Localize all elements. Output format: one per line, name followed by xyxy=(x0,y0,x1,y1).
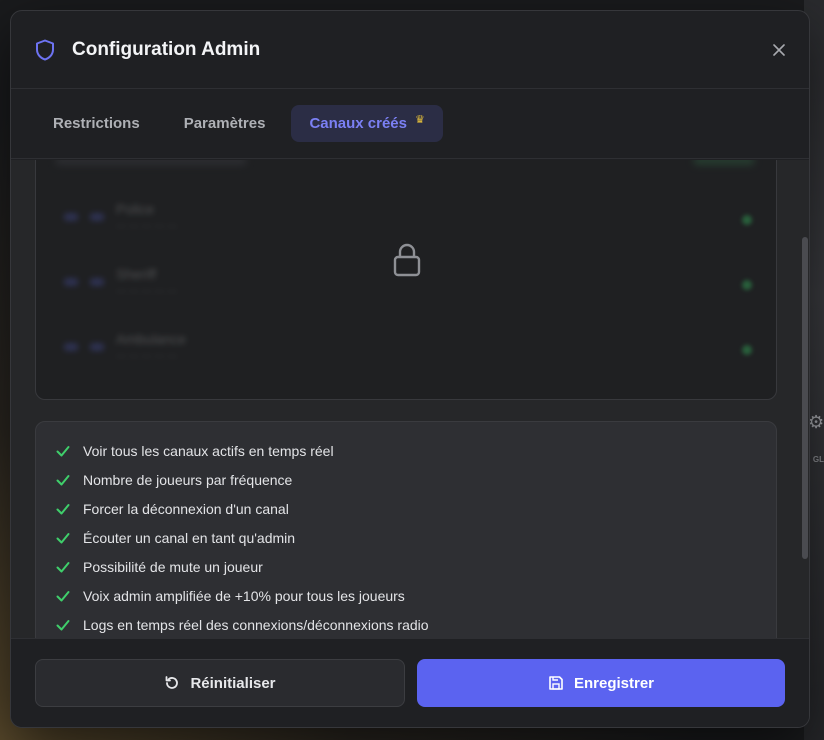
feature-text: Écouter un canal en tant qu'admin xyxy=(83,529,296,546)
blurred-channel-name: Police xyxy=(116,201,155,217)
save-icon xyxy=(548,675,564,691)
feature-item: Logs en temps réel des connexions/déconn… xyxy=(56,610,756,639)
check-icon xyxy=(56,590,70,601)
background-gear-icon: ⚙ xyxy=(808,412,824,432)
feature-item: Voir tous les canaux actifs en temps rée… xyxy=(56,436,756,465)
close-button[interactable] xyxy=(765,36,793,64)
modal-footer: Réinitialiser Enregistrer xyxy=(11,638,809,727)
feature-item: Forcer la déconnexion d'un canal xyxy=(56,494,756,523)
blurred-channel-row: Sheriff — — — — — xyxy=(64,266,177,297)
blurred-status-dot xyxy=(742,345,752,355)
crown-icon: ♛ xyxy=(415,114,425,126)
locked-channels-preview: Police — — — — — Sheriff — — — — — Ambulan… xyxy=(35,160,777,400)
lock-icon xyxy=(392,243,422,277)
blurred-header xyxy=(56,160,246,165)
modal-title: Configuration Admin xyxy=(72,38,261,60)
check-icon xyxy=(56,503,70,514)
check-icon xyxy=(56,445,70,456)
tab-canaux-crees[interactable]: Canaux créés ♛ xyxy=(291,105,443,142)
check-icon xyxy=(56,474,70,485)
shield-icon xyxy=(35,39,57,61)
feature-text: Nombre de joueurs par fréquence xyxy=(83,471,293,488)
reset-label: Réinitialiser xyxy=(190,674,276,692)
tab-label: Restrictions xyxy=(53,115,140,132)
feature-text: Possibilité de mute un joueur xyxy=(83,558,263,575)
blurred-channel-row: Ambulance — — — — — xyxy=(64,331,186,362)
tab-bar: Restrictions Paramètres Canaux créés ♛ xyxy=(11,89,809,159)
check-icon xyxy=(56,619,70,630)
blurred-channel-row: Police — — — — — xyxy=(64,201,177,232)
tab-label: Paramètres xyxy=(183,115,266,132)
feature-item: Voix admin amplifiée de +10% pour tous l… xyxy=(56,581,756,610)
close-icon xyxy=(773,43,785,56)
feature-item: Écouter un canal en tant qu'admin xyxy=(56,523,756,552)
save-label: Enregistrer xyxy=(573,674,655,692)
check-icon xyxy=(56,532,70,543)
tab-parametres[interactable]: Paramètres xyxy=(166,105,284,142)
blurred-status-dot xyxy=(742,215,752,225)
feature-text: Voix admin amplifiée de +10% pour tous l… xyxy=(83,587,405,604)
save-button[interactable]: Enregistrer xyxy=(417,659,785,707)
blurred-channel-name: Ambulance xyxy=(116,331,187,347)
check-icon xyxy=(56,561,70,572)
reset-button[interactable]: Réinitialiser xyxy=(35,659,405,707)
feature-list: Voir tous les canaux actifs en temps rée… xyxy=(35,421,777,640)
admin-config-modal: Configuration Admin Restrictions Paramèt… xyxy=(10,10,810,728)
feature-item: Nombre de joueurs par fréquence xyxy=(56,465,756,494)
feature-text: Logs en temps réel des connexions/déconn… xyxy=(83,616,429,633)
blurred-header-badge xyxy=(694,160,754,165)
blurred-channel-name: Sheriff xyxy=(116,266,157,282)
reset-icon xyxy=(164,675,180,691)
tab-label: Canaux créés xyxy=(309,115,407,132)
background-text: GL xyxy=(812,455,824,464)
scrollbar-thumb[interactable] xyxy=(802,237,808,559)
feature-text: Voir tous les canaux actifs en temps rée… xyxy=(83,442,334,459)
feature-item: Possibilité de mute un joueur xyxy=(56,552,756,581)
tab-restrictions[interactable]: Restrictions xyxy=(35,105,158,142)
blurred-status-dot xyxy=(742,280,752,290)
feature-text: Forcer la déconnexion d'un canal xyxy=(83,500,289,517)
modal-header: Configuration Admin xyxy=(11,11,809,89)
tab-content: Police — — — — — Sheriff — — — — — Ambulan… xyxy=(11,160,809,640)
